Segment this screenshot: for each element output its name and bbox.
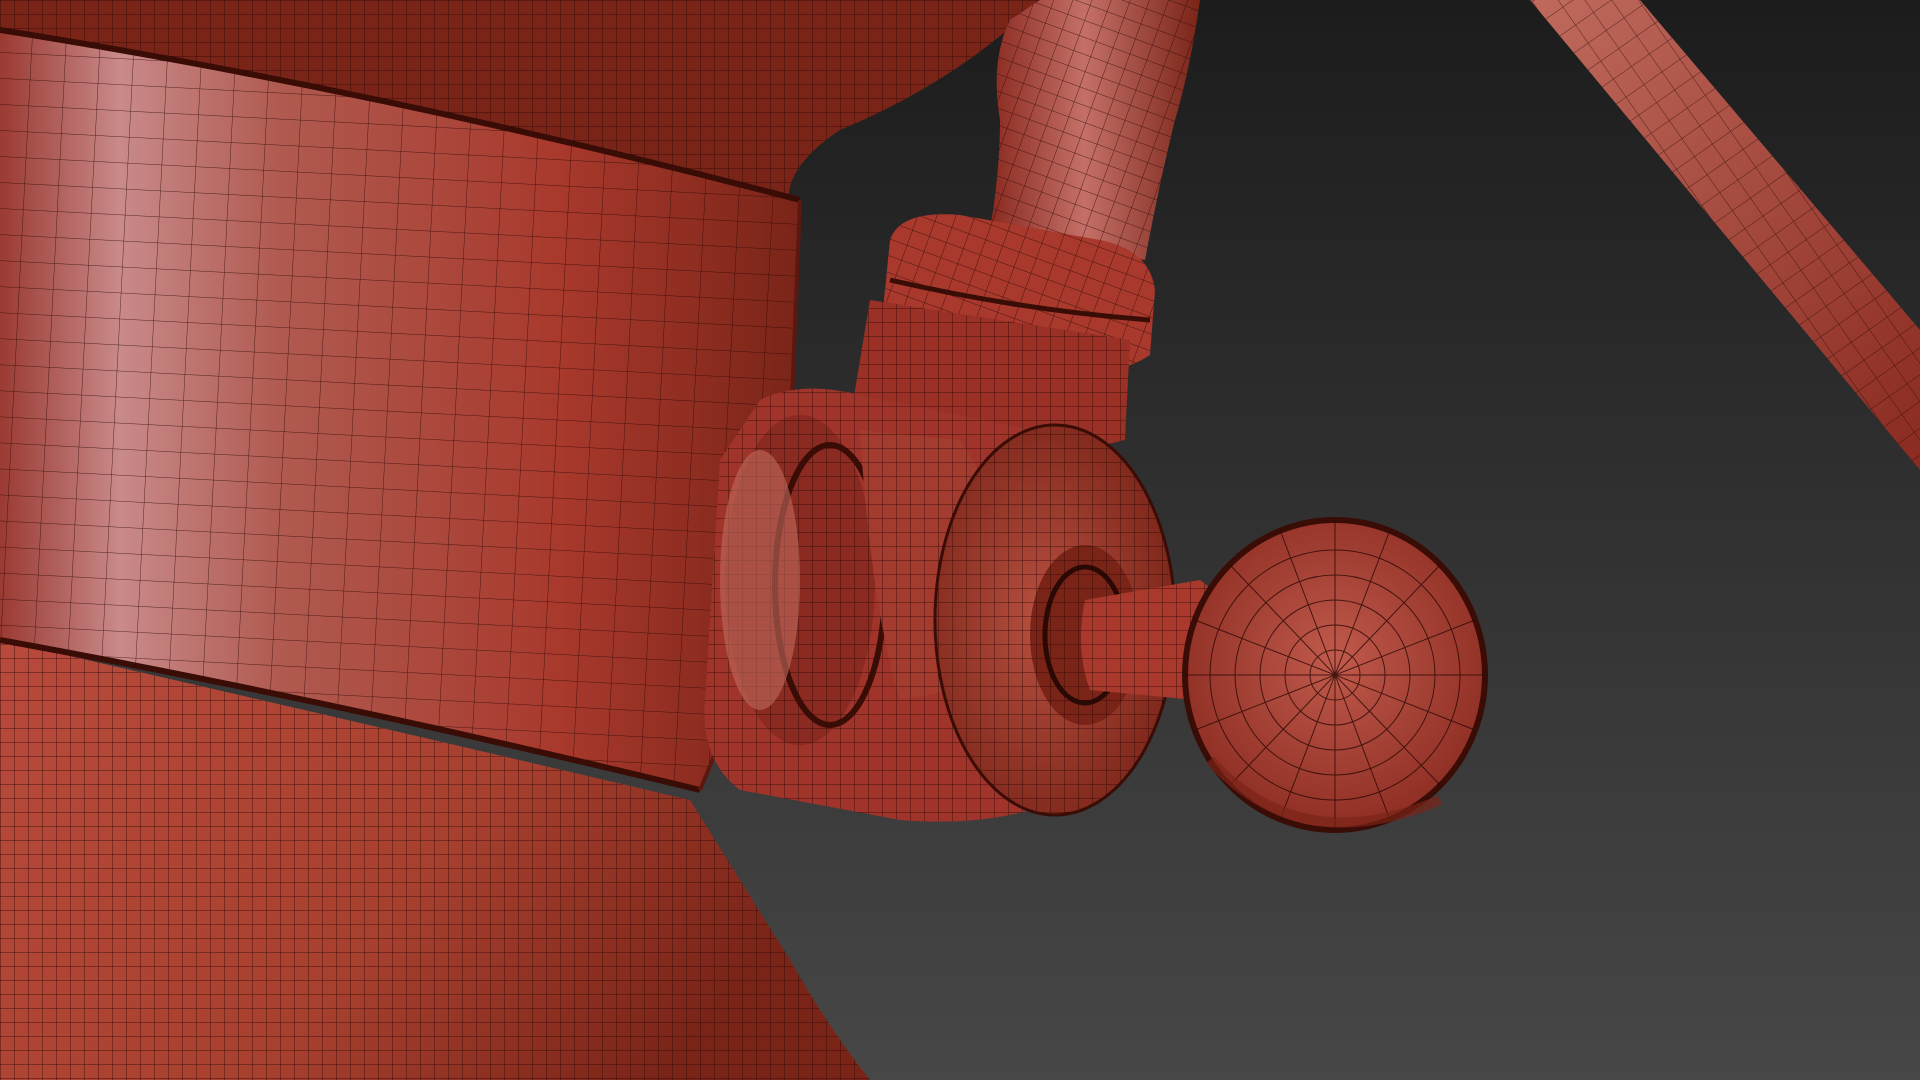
3d-viewport[interactable]	[0, 0, 1920, 1080]
valve-knob	[1182, 517, 1488, 833]
wireframe-render	[0, 0, 1920, 1080]
